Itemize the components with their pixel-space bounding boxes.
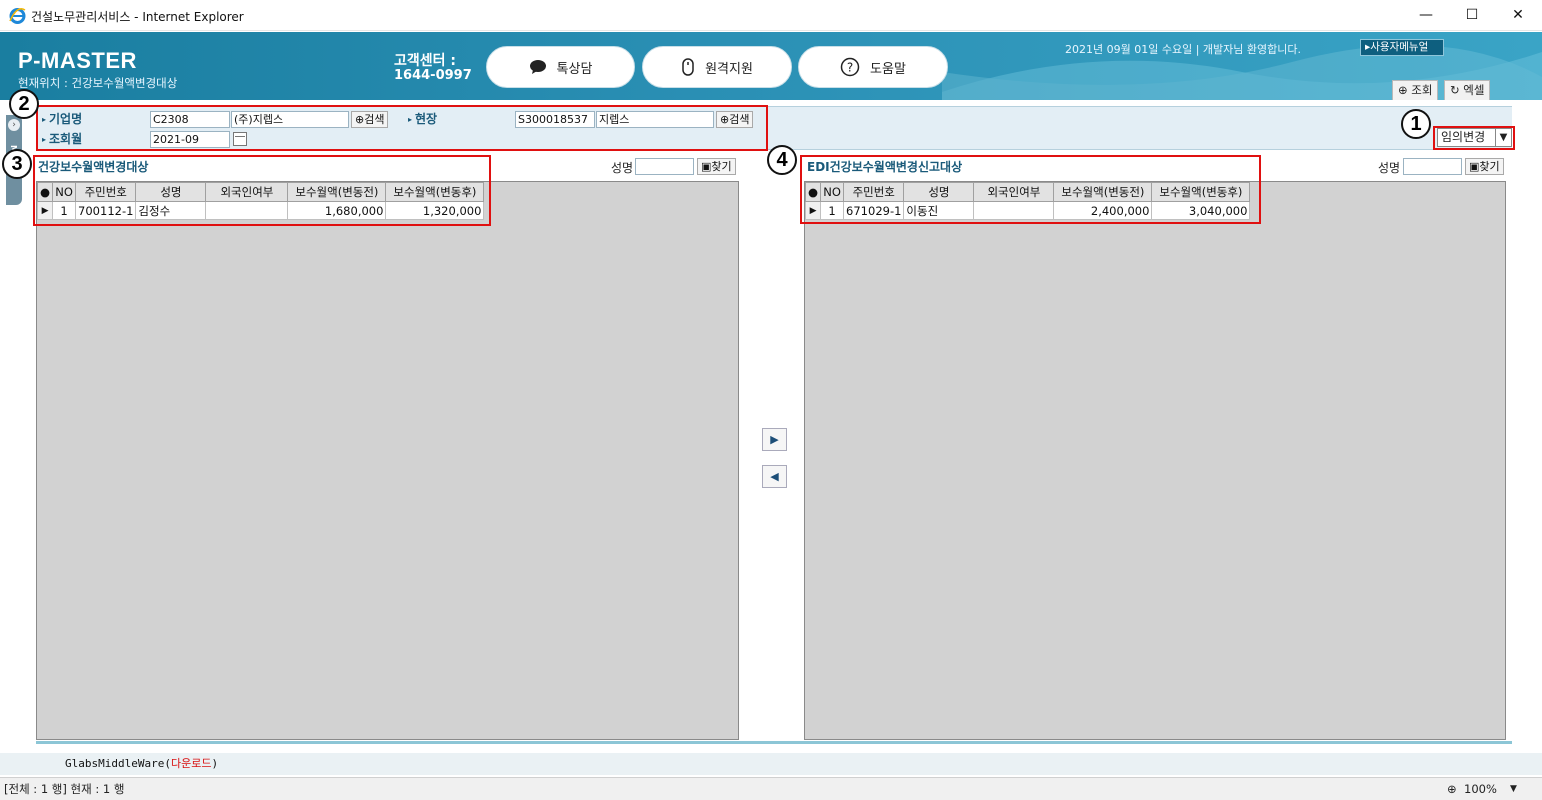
left-name-search-input[interactable]	[635, 158, 694, 175]
chat-consult-label: 톡상담	[556, 61, 593, 77]
customer-center-phone: 1644-0997	[394, 68, 472, 83]
excel-label: 엑셀	[1463, 83, 1485, 97]
chat-icon	[529, 60, 546, 74]
right-find-label-btn: 찾기	[1479, 160, 1500, 173]
move-left-button[interactable]: ◀	[762, 465, 787, 488]
chat-consult-button[interactable]: 톡상담	[486, 46, 635, 88]
expand-arrow-icon[interactable]: ›	[8, 119, 20, 131]
maximize-button[interactable]: ☐	[1449, 0, 1495, 31]
annotation-badge-2: 2	[9, 89, 39, 119]
annotation-box-4	[800, 155, 1261, 224]
customer-center-label: 고객센터 :	[394, 53, 456, 69]
app-logo: P-MASTER	[18, 48, 137, 73]
right-grid: ● NO 주민번호 성명 외국인여부 보수월액(변동전) 보수월액(변동후) ▶…	[804, 181, 1506, 740]
annotation-badge-1: 1	[1401, 109, 1431, 139]
annotation-badge-3: 3	[2, 149, 32, 179]
minimize-button[interactable]: —	[1403, 0, 1449, 31]
svg-text:?: ?	[847, 61, 853, 75]
left-find-label-btn: 찾기	[711, 160, 732, 173]
mouse-icon	[682, 58, 694, 76]
close-button[interactable]: ✕	[1495, 0, 1541, 31]
move-right-button[interactable]: ▶	[762, 428, 787, 451]
excel-icon: ↻	[1450, 83, 1460, 97]
arrow-right-icon: ▣	[1469, 160, 1480, 173]
internet-explorer-icon	[9, 8, 26, 24]
arrow-right-icon: ▣	[701, 160, 712, 173]
status-bar: [전체 : 1 행] 현재 : 1 행 ⊕ 100% ▼	[0, 777, 1542, 800]
content-bottom-divider	[36, 741, 1512, 744]
right-name-search-input[interactable]	[1403, 158, 1462, 175]
left-find-button[interactable]: ▣찾기	[697, 158, 736, 175]
status-text: [전체 : 1 행] 현재 : 1 행	[4, 782, 125, 796]
help-button[interactable]: ? 도움말	[798, 46, 948, 88]
annotation-badge-4: 4	[767, 145, 797, 175]
middleware-footer: GlabsMiddleWare(다운로드)	[0, 753, 1542, 775]
annotation-box-1	[1433, 126, 1515, 150]
excel-button[interactable]: ↻ 엑셀	[1444, 80, 1491, 100]
query-button[interactable]: ⊕ 조회	[1392, 80, 1439, 100]
zoom-level[interactable]: 100%	[1464, 778, 1497, 800]
left-grid: ● NO 주민번호 성명 외국인여부 보수월액(변동전) 보수월액(변동후) ▶…	[36, 181, 739, 740]
app-header: P-MASTER 현재위치 : 건강보수월액변경대상 고객센터 : 1644-0…	[0, 32, 1542, 100]
left-find-label: 성명	[611, 161, 634, 175]
download-link[interactable]: 다운로드	[171, 757, 211, 770]
date-greeting: 2021년 09월 01일 수요일 | 개발자님 환영합니다.	[1065, 43, 1301, 56]
help-icon: ?	[840, 57, 860, 77]
window-title: 건설노무관리서비스 - Internet Explorer	[31, 10, 244, 24]
user-manual-button[interactable]: ▸사용자메뉴얼	[1360, 39, 1444, 56]
annotation-box-2	[36, 105, 768, 151]
help-label: 도움말	[870, 61, 906, 77]
magnifier-icon: ⊕	[1398, 83, 1408, 97]
remote-support-label: 원격지원	[705, 61, 753, 77]
right-find-button[interactable]: ▣찾기	[1465, 158, 1504, 175]
remote-support-button[interactable]: 원격지원	[642, 46, 792, 88]
zoom-dropdown-icon[interactable]: ▼	[1510, 778, 1517, 800]
query-label: 조회	[1411, 83, 1433, 97]
zoom-icon[interactable]: ⊕	[1447, 778, 1457, 800]
annotation-box-3	[33, 155, 491, 226]
window-titlebar: 건설노무관리서비스 - Internet Explorer — ☐ ✕	[0, 0, 1542, 31]
middleware-close: )	[211, 757, 219, 770]
middleware-text: GlabsMiddleWare(	[65, 757, 171, 770]
right-find-label: 성명	[1378, 161, 1401, 175]
breadcrumb: 현재위치 : 건강보수월액변경대상	[18, 76, 178, 90]
